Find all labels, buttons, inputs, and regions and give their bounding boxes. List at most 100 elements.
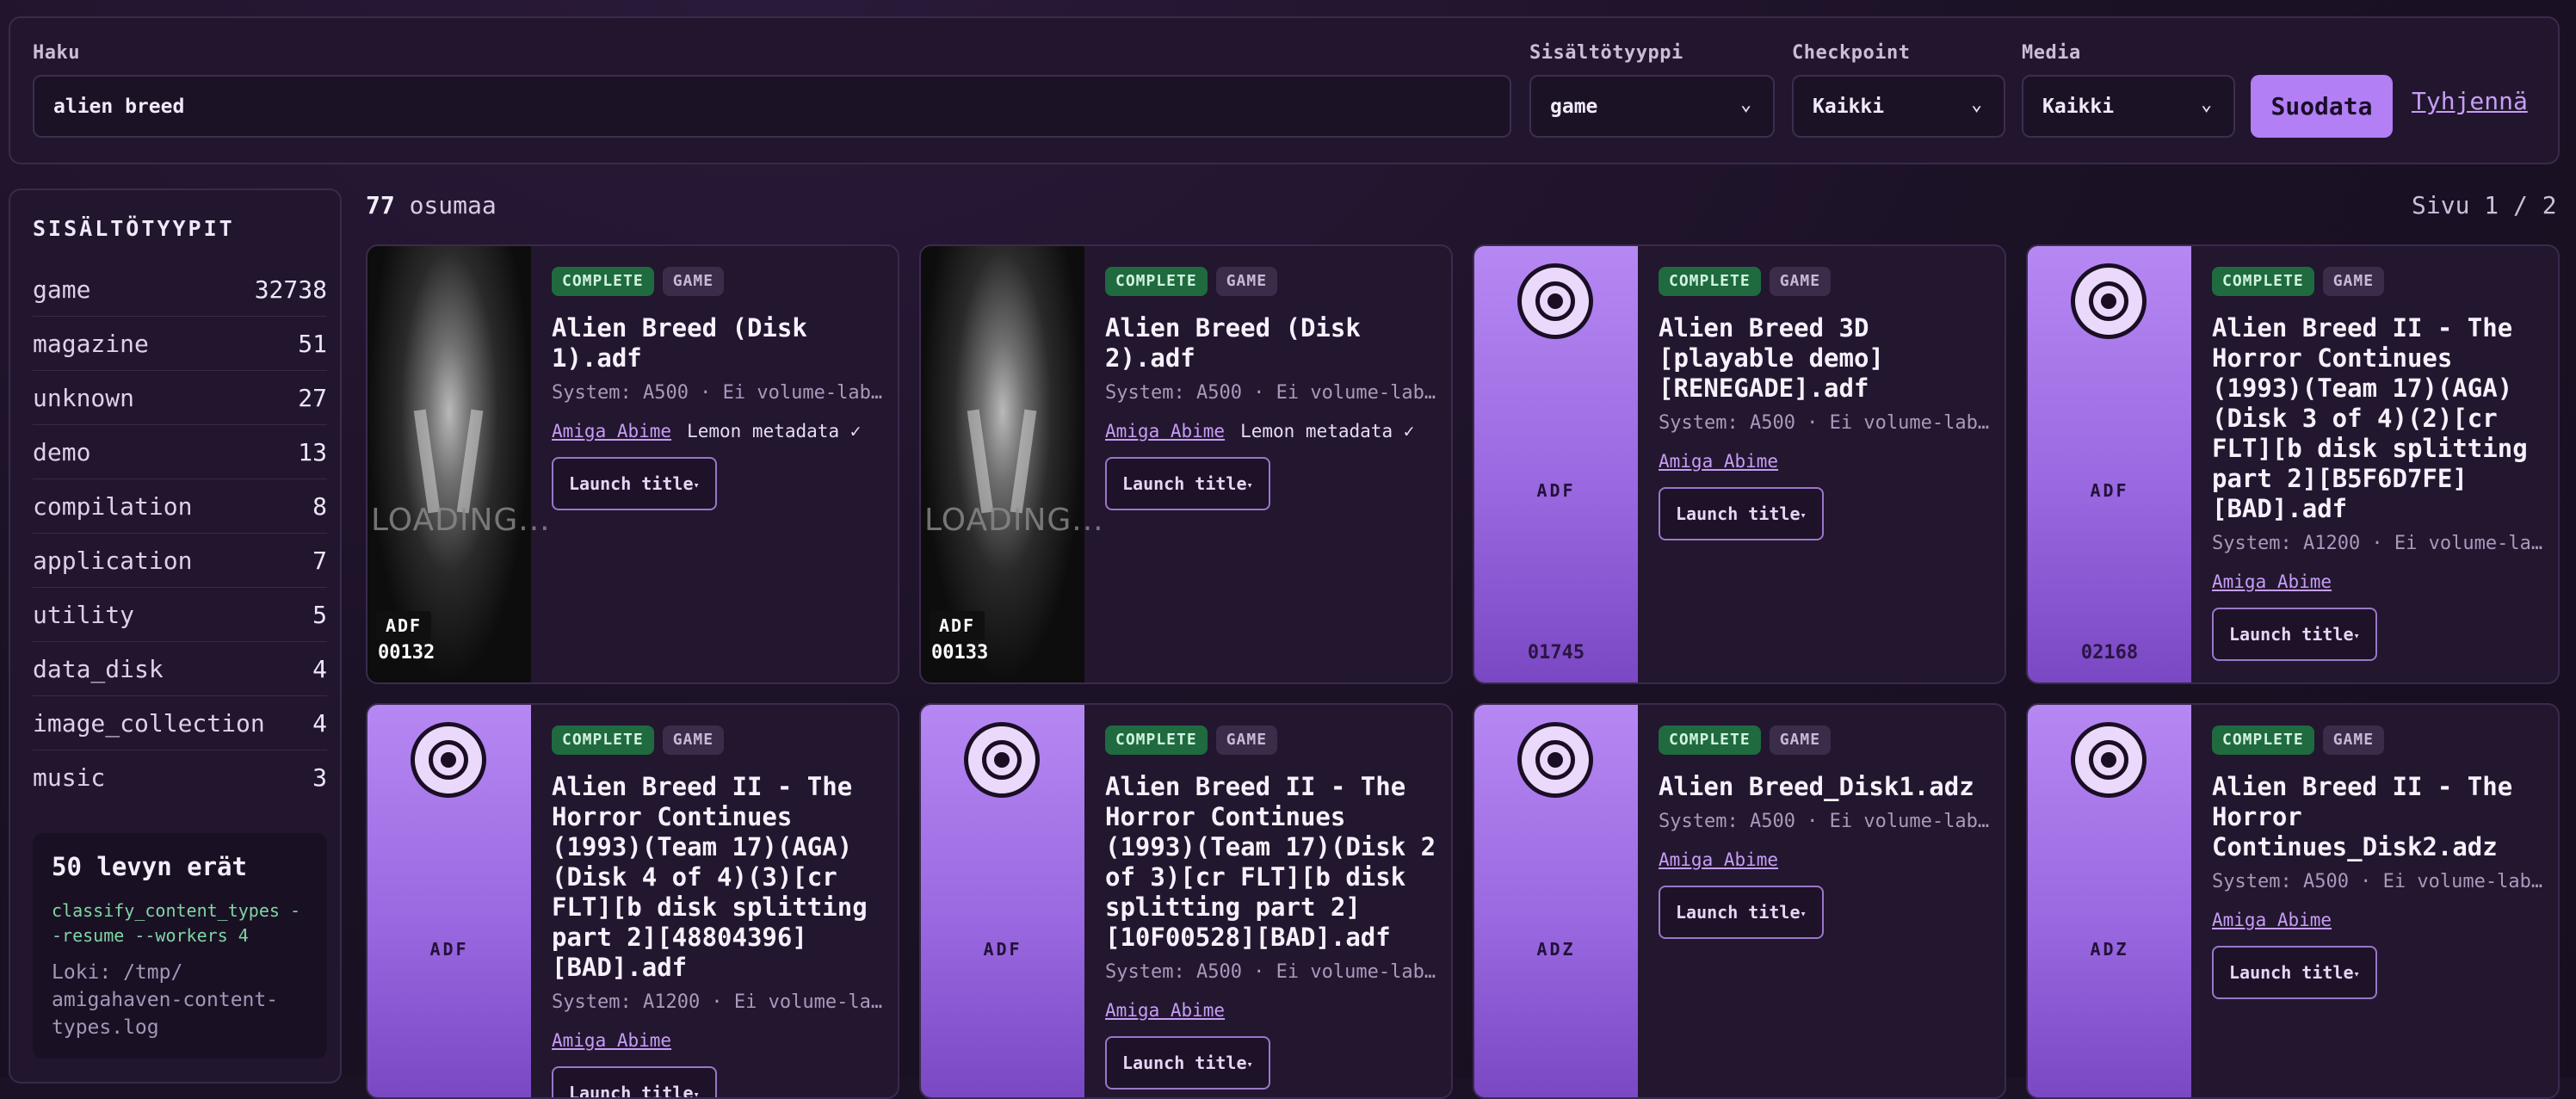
status-badge: COMPLETE — [2212, 725, 2314, 755]
source-link[interactable]: Amiga Abime — [1659, 451, 1778, 472]
card-title[interactable]: Alien Breed_Disk1.adz — [1659, 772, 1994, 802]
checkpoint-value: Kaikki — [1813, 96, 1884, 118]
cover-thumbnail: ADZ — [2028, 705, 2191, 1097]
sidebar-item-application[interactable]: application 7 — [33, 534, 327, 588]
type-name: compilation — [33, 492, 192, 521]
caret-down-icon: ▾ — [2354, 968, 2360, 980]
sidebar-item-data-disk[interactable]: data_disk 4 — [33, 642, 327, 696]
type-count: 13 — [298, 438, 327, 466]
format-label: ADF — [2028, 480, 2191, 501]
sidebar-item-unknown[interactable]: unknown 27 — [33, 371, 327, 425]
caret-down-icon: ▾ — [694, 1089, 700, 1099]
search-input[interactable]: alien breed — [33, 75, 1511, 138]
chevron-down-icon: ⌄ — [2201, 96, 2220, 114]
card-title[interactable]: Alien Breed II - The Horror Continues (1… — [2212, 313, 2548, 524]
status-badge: COMPLETE — [1659, 725, 1761, 755]
result-card[interactable]: ADF 01745 COMPLETE GAME Alien Breed 3D [… — [1473, 244, 2006, 684]
sidebar-item-compilation[interactable]: compilation 8 — [33, 479, 327, 534]
card-body: COMPLETE GAME Alien Breed (Disk 1).adf S… — [552, 267, 887, 510]
card-title[interactable]: Alien Breed II - The Horror Continues (1… — [552, 772, 887, 983]
sidebar-item-game[interactable]: game 32738 — [33, 262, 327, 317]
sidebar-item-magazine[interactable]: magazine 51 — [33, 317, 327, 371]
lemon-metadata-label: Lemon metadata ✓ — [687, 421, 861, 441]
card-title[interactable]: Alien Breed II - The Horror Continues_Di… — [2212, 772, 2548, 862]
launch-title-button[interactable]: Launch title▾ — [1105, 457, 1270, 510]
sidebar-item-image-collection[interactable]: image_collection 4 — [33, 696, 327, 750]
content-type-group: Sisältötyyppi — [1529, 42, 1683, 65]
sidebar-item-demo[interactable]: demo 13 — [33, 425, 327, 479]
launch-title-button[interactable]: Launch title▾ — [1659, 487, 1824, 540]
status-badge: COMPLETE — [1659, 267, 1761, 296]
launch-title-button[interactable]: Launch title▾ — [552, 1066, 717, 1099]
results-count: 77 osumaa — [366, 191, 497, 219]
launch-title-button[interactable]: Launch title▾ — [1105, 1036, 1270, 1090]
type-count: 4 — [312, 655, 327, 683]
result-card[interactable]: ADF COMPLETE GAME Alien Breed II - The H… — [366, 703, 899, 1099]
result-card[interactable]: ADZ COMPLETE GAME Alien Breed_Disk1.adz … — [1473, 703, 2006, 1099]
clear-link[interactable]: Tyhjennä — [2412, 87, 2528, 121]
chevron-down-icon: ⌄ — [1740, 96, 1759, 114]
content-type-value: game — [1550, 96, 1597, 118]
sidebar-item-utility[interactable]: utility 5 — [33, 588, 327, 642]
type-name: music — [33, 763, 105, 792]
media-value: Kaikki — [2042, 96, 2114, 118]
card-title[interactable]: Alien Breed (Disk 1).adf — [552, 313, 887, 374]
batch-info-panel: 50 levyn erät classify_content_types --r… — [33, 833, 327, 1059]
launch-title-button[interactable]: Launch title▾ — [1659, 886, 1824, 939]
format-label: ADF — [376, 611, 431, 640]
source-link[interactable]: Amiga Abime — [1105, 1000, 1225, 1021]
format-label: ADF — [921, 939, 1084, 960]
result-card[interactable]: ADF 02168 COMPLETE GAME Alien Breed II -… — [2026, 244, 2560, 684]
launch-label: Launch title — [569, 473, 694, 494]
content-types-sidebar: SISÄLTÖTYYPIT game 32738 magazine 51 unk… — [9, 188, 342, 1084]
result-card[interactable]: ADF COMPLETE GAME Alien Breed II - The H… — [919, 703, 1453, 1099]
source-link[interactable]: Amiga Abime — [1105, 421, 1225, 441]
type-count: 3 — [312, 763, 327, 792]
result-card[interactable]: ADZ COMPLETE GAME Alien Breed II - The H… — [2026, 703, 2560, 1099]
type-count: 5 — [312, 601, 327, 629]
lemon-metadata-label: Lemon metadata ✓ — [1240, 421, 1414, 441]
type-name: game — [33, 275, 90, 304]
launch-title-button[interactable]: Launch title▾ — [2212, 946, 2377, 999]
launch-title-button[interactable]: Launch title▾ — [2212, 608, 2377, 661]
card-title[interactable]: Alien Breed 3D [playable demo] [RENEGADE… — [1659, 313, 1994, 404]
disk-icon — [1517, 722, 1593, 798]
type-count: 32738 — [255, 275, 327, 304]
card-meta: System: A500 · Ei volume-label — [2212, 871, 2548, 892]
card-meta: System: A500 · Ei volume-label — [1105, 961, 1441, 983]
filter-button[interactable]: Suodata — [2251, 75, 2393, 138]
type-name: application — [33, 546, 192, 575]
source-link[interactable]: Amiga Abime — [1659, 849, 1778, 870]
cover-thumbnail: ADZ — [1474, 705, 1638, 1097]
source-link[interactable]: Amiga Abime — [2212, 910, 2332, 930]
result-card[interactable]: LOADING... ADF 00132 COMPLETE GAME Alien… — [366, 244, 899, 684]
launch-label: Launch title — [1676, 902, 1801, 923]
sidebar-item-music[interactable]: music 3 — [33, 750, 327, 805]
checkpoint-select[interactable]: Kaikki ⌄ — [1792, 75, 2005, 138]
source-link[interactable]: Amiga Abime — [552, 421, 671, 441]
type-name: image_collection — [33, 709, 265, 738]
launch-title-button[interactable]: Launch title▾ — [552, 457, 717, 510]
type-name: magazine — [33, 330, 149, 358]
type-badge: GAME — [2323, 725, 2384, 755]
card-title[interactable]: Alien Breed II - The Horror Continues (1… — [1105, 772, 1441, 953]
type-count: 7 — [312, 546, 327, 575]
type-badge: GAME — [1770, 267, 1831, 296]
format-label: ADZ — [2028, 939, 2191, 960]
batch-title: 50 levyn erät — [52, 852, 308, 881]
cover-thumbnail: ADF — [368, 705, 531, 1097]
media-select[interactable]: Kaikki ⌄ — [2022, 75, 2235, 138]
result-card[interactable]: LOADING... ADF 00133 COMPLETE GAME Alien… — [919, 244, 1453, 684]
results-count-number: 77 — [366, 191, 395, 219]
launch-label: Launch title — [1122, 473, 1247, 494]
cover-thumbnail: ADF 01745 — [1474, 246, 1638, 682]
source-link[interactable]: Amiga Abime — [2212, 571, 2332, 592]
filter-bar: Haku alien breed Sisältötyyppi game ⌄ Ch… — [9, 16, 2560, 164]
content-type-select[interactable]: game ⌄ — [1529, 75, 1775, 138]
caret-down-icon: ▾ — [1801, 509, 1807, 522]
launch-label: Launch title — [2229, 624, 2354, 645]
card-title[interactable]: Alien Breed (Disk 2).adf — [1105, 313, 1441, 374]
source-link[interactable]: Amiga Abime — [552, 1030, 671, 1051]
card-meta: System: A500 · Ei volume-label — [1659, 412, 1994, 434]
chevron-down-icon: ⌄ — [1971, 96, 1990, 114]
